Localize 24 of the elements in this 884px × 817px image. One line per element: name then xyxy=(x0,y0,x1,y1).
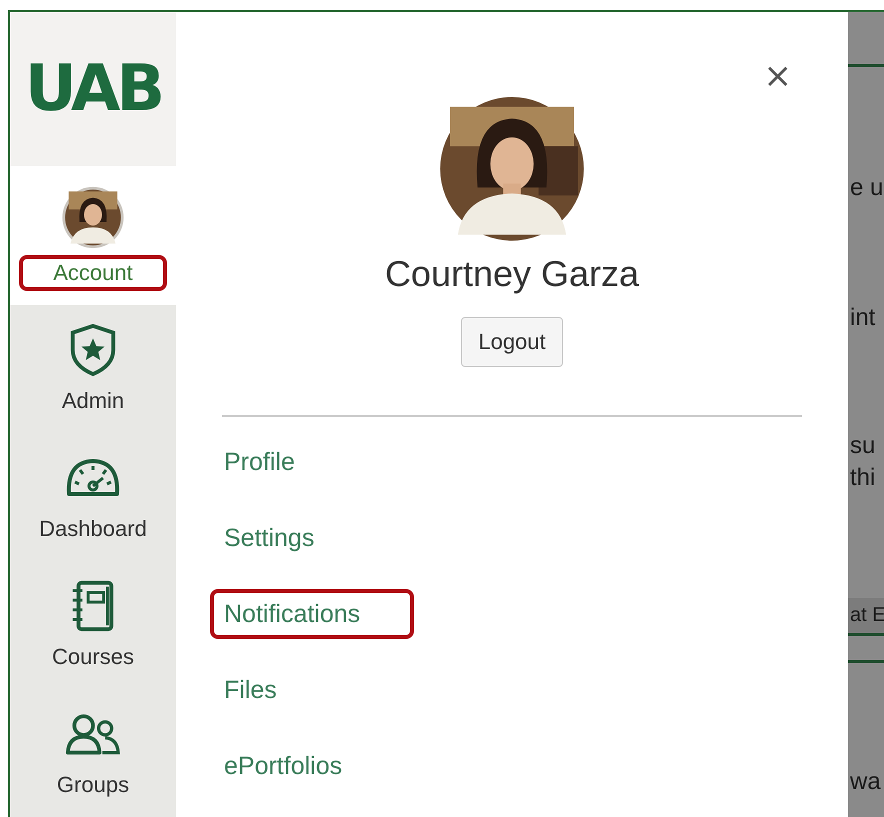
nav-label: Courses xyxy=(51,643,135,671)
nav-label: Dashboard xyxy=(38,515,148,543)
user-name: Courtney Garza xyxy=(384,253,640,295)
text-fragment: e u xyxy=(850,174,884,202)
text-fragment: wa xyxy=(850,768,881,796)
nav-item[interactable]: Groups xyxy=(10,689,176,817)
nav-item[interactable]: Dashboard xyxy=(10,433,176,561)
nav-item[interactable]: Courses xyxy=(10,561,176,689)
logout-button[interactable]: Logout xyxy=(461,317,563,367)
nav-item[interactable]: Admin xyxy=(10,305,176,433)
tray-link[interactable]: Files xyxy=(210,665,291,715)
logo[interactable]: UAB xyxy=(24,52,162,126)
nav-label: Groups xyxy=(56,771,130,799)
nav-item[interactable]: Account xyxy=(10,166,176,305)
nav-label: Account xyxy=(19,255,167,291)
close-button[interactable]: × xyxy=(760,54,796,98)
tray-link[interactable]: Profile xyxy=(210,437,309,487)
tray-link[interactable]: Settings xyxy=(210,513,328,563)
text-fragment: thi xyxy=(850,464,876,492)
nav-label: Admin xyxy=(60,387,126,415)
text-fragment: su xyxy=(850,432,876,460)
text-fragment: int xyxy=(850,304,876,332)
tray-link[interactable]: Notifications xyxy=(210,589,414,639)
tray-link[interactable]: ePortfolios xyxy=(210,741,356,791)
